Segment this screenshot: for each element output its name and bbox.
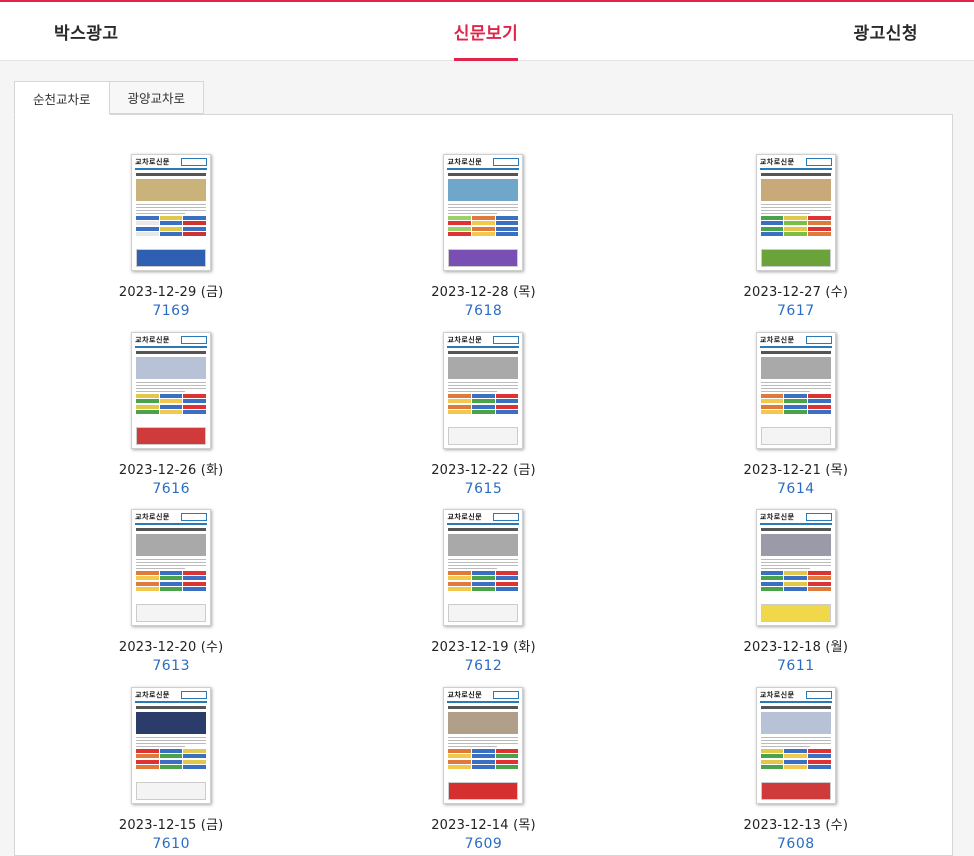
masthead-text: 교차로신문	[135, 512, 170, 522]
newspaper-thumbnail[interactable]: 교차로신문	[131, 509, 211, 626]
issue-date: 2023-12-15 (금)	[119, 814, 224, 833]
issue-item[interactable]: 교차로신문 2023-12-15 (금) 7610	[15, 687, 327, 856]
newspaper-thumbnail[interactable]: 교차로신문	[756, 332, 836, 449]
masthead-text: 교차로신문	[447, 690, 482, 700]
region-tabs: 순천교차로 광양교차로	[14, 81, 953, 115]
issue-date: 2023-12-13 (수)	[744, 814, 849, 833]
issue-date: 2023-12-26 (화)	[119, 459, 224, 478]
issue-date: 2023-12-28 (목)	[431, 281, 536, 300]
issue-number-link[interactable]: 7617	[777, 303, 815, 319]
masthead-text: 교차로신문	[135, 335, 170, 345]
issue-number-link[interactable]: 7615	[465, 481, 503, 497]
issue-item[interactable]: 교차로신문 2023-12-19 (화) 7612	[327, 509, 639, 687]
masthead-text: 교차로신문	[135, 690, 170, 700]
issue-number-link[interactable]: 7616	[152, 481, 190, 497]
top-navigation: 박스광고 신문보기 광고신청	[0, 2, 974, 61]
newspaper-thumbnail[interactable]: 교차로신문	[756, 154, 836, 271]
issue-number-link[interactable]: 7609	[465, 836, 503, 852]
issue-date: 2023-12-14 (목)	[431, 814, 536, 833]
issue-date: 2023-12-22 (금)	[431, 459, 536, 478]
issue-item[interactable]: 교차로신문 2023-12-20 (수) 7613	[15, 509, 327, 687]
issue-item[interactable]: 교차로신문 2023-12-27 (수) 7617	[640, 154, 952, 332]
issue-number-link[interactable]: 7612	[465, 658, 503, 674]
issue-number-link[interactable]: 7169	[152, 303, 190, 319]
newspaper-thumbnail[interactable]: 교차로신문	[131, 154, 211, 271]
issue-number-link[interactable]: 7614	[777, 481, 815, 497]
issue-grid: 교차로신문 2023-12-29 (금) 7169 교차로신문 2023-12-28 (…	[15, 154, 952, 856]
newspaper-thumbnail[interactable]: 교차로신문	[131, 332, 211, 449]
masthead-text: 교차로신문	[760, 690, 795, 700]
issue-number-link[interactable]: 7618	[465, 303, 503, 319]
issue-item[interactable]: 교차로신문 2023-12-13 (수) 7608	[640, 687, 952, 856]
issue-item[interactable]: 교차로신문 2023-12-26 (화) 7616	[15, 332, 327, 510]
masthead-text: 교차로신문	[447, 335, 482, 345]
main-content: 순천교차로 광양교차로 교차로신문2023-12-29 (금)7169교차로신문…	[0, 61, 974, 856]
tab-suncheon[interactable]: 순천교차로	[14, 81, 110, 115]
issue-number-link[interactable]: 7610	[152, 836, 190, 852]
nav-box-ad[interactable]: 박스광고	[54, 2, 119, 60]
issue-number-link[interactable]: 7613	[152, 658, 190, 674]
issue-date: 2023-12-20 (수)	[119, 636, 224, 655]
masthead-text: 교차로신문	[447, 512, 482, 522]
newspaper-thumbnail[interactable]: 교차로신문	[756, 509, 836, 626]
issue-item[interactable]: 교차로신문 2023-12-14 (목) 7609	[327, 687, 639, 856]
newspaper-thumbnail[interactable]: 교차로신문	[131, 687, 211, 804]
issue-date: 2023-12-19 (화)	[431, 636, 536, 655]
issue-item[interactable]: 교차로신문 2023-12-22 (금) 7615	[327, 332, 639, 510]
newspaper-thumbnail[interactable]: 교차로신문	[443, 154, 523, 271]
newspaper-thumbnail[interactable]: 교차로신문	[443, 332, 523, 449]
issue-item[interactable]: 교차로신문 2023-12-28 (목) 7618	[327, 154, 639, 332]
newspaper-thumbnail[interactable]: 교차로신문	[756, 687, 836, 804]
issue-panel: 교차로신문 2023-12-29 (금) 7169 교차로신문 2023-12-28 (…	[14, 114, 953, 856]
issue-date: 2023-12-21 (목)	[744, 459, 849, 478]
issue-number-link[interactable]: 7611	[777, 658, 815, 674]
issue-date: 2023-12-27 (수)	[744, 281, 849, 300]
masthead-text: 교차로신문	[760, 157, 795, 167]
masthead-text: 교차로신문	[447, 157, 482, 167]
issue-item[interactable]: 교차로신문 2023-12-18 (월) 7611	[640, 509, 952, 687]
nav-newspaper-view[interactable]: 신문보기	[454, 2, 519, 60]
masthead-text: 교차로신문	[760, 335, 795, 345]
tab-gwangyang[interactable]: 광양교차로	[110, 81, 205, 114]
issue-date: 2023-12-18 (월)	[744, 636, 849, 655]
issue-item[interactable]: 교차로신문 2023-12-29 (금) 7169	[15, 154, 327, 332]
newspaper-thumbnail[interactable]: 교차로신문	[443, 687, 523, 804]
issue-number-link[interactable]: 7608	[777, 836, 815, 852]
issue-date: 2023-12-29 (금)	[119, 281, 224, 300]
masthead-text: 교차로신문	[135, 157, 170, 167]
nav-ad-request[interactable]: 광고신청	[853, 2, 918, 60]
newspaper-thumbnail[interactable]: 교차로신문	[443, 509, 523, 626]
masthead-text: 교차로신문	[760, 512, 795, 522]
issue-item[interactable]: 교차로신문 2023-12-21 (목) 7614	[640, 332, 952, 510]
